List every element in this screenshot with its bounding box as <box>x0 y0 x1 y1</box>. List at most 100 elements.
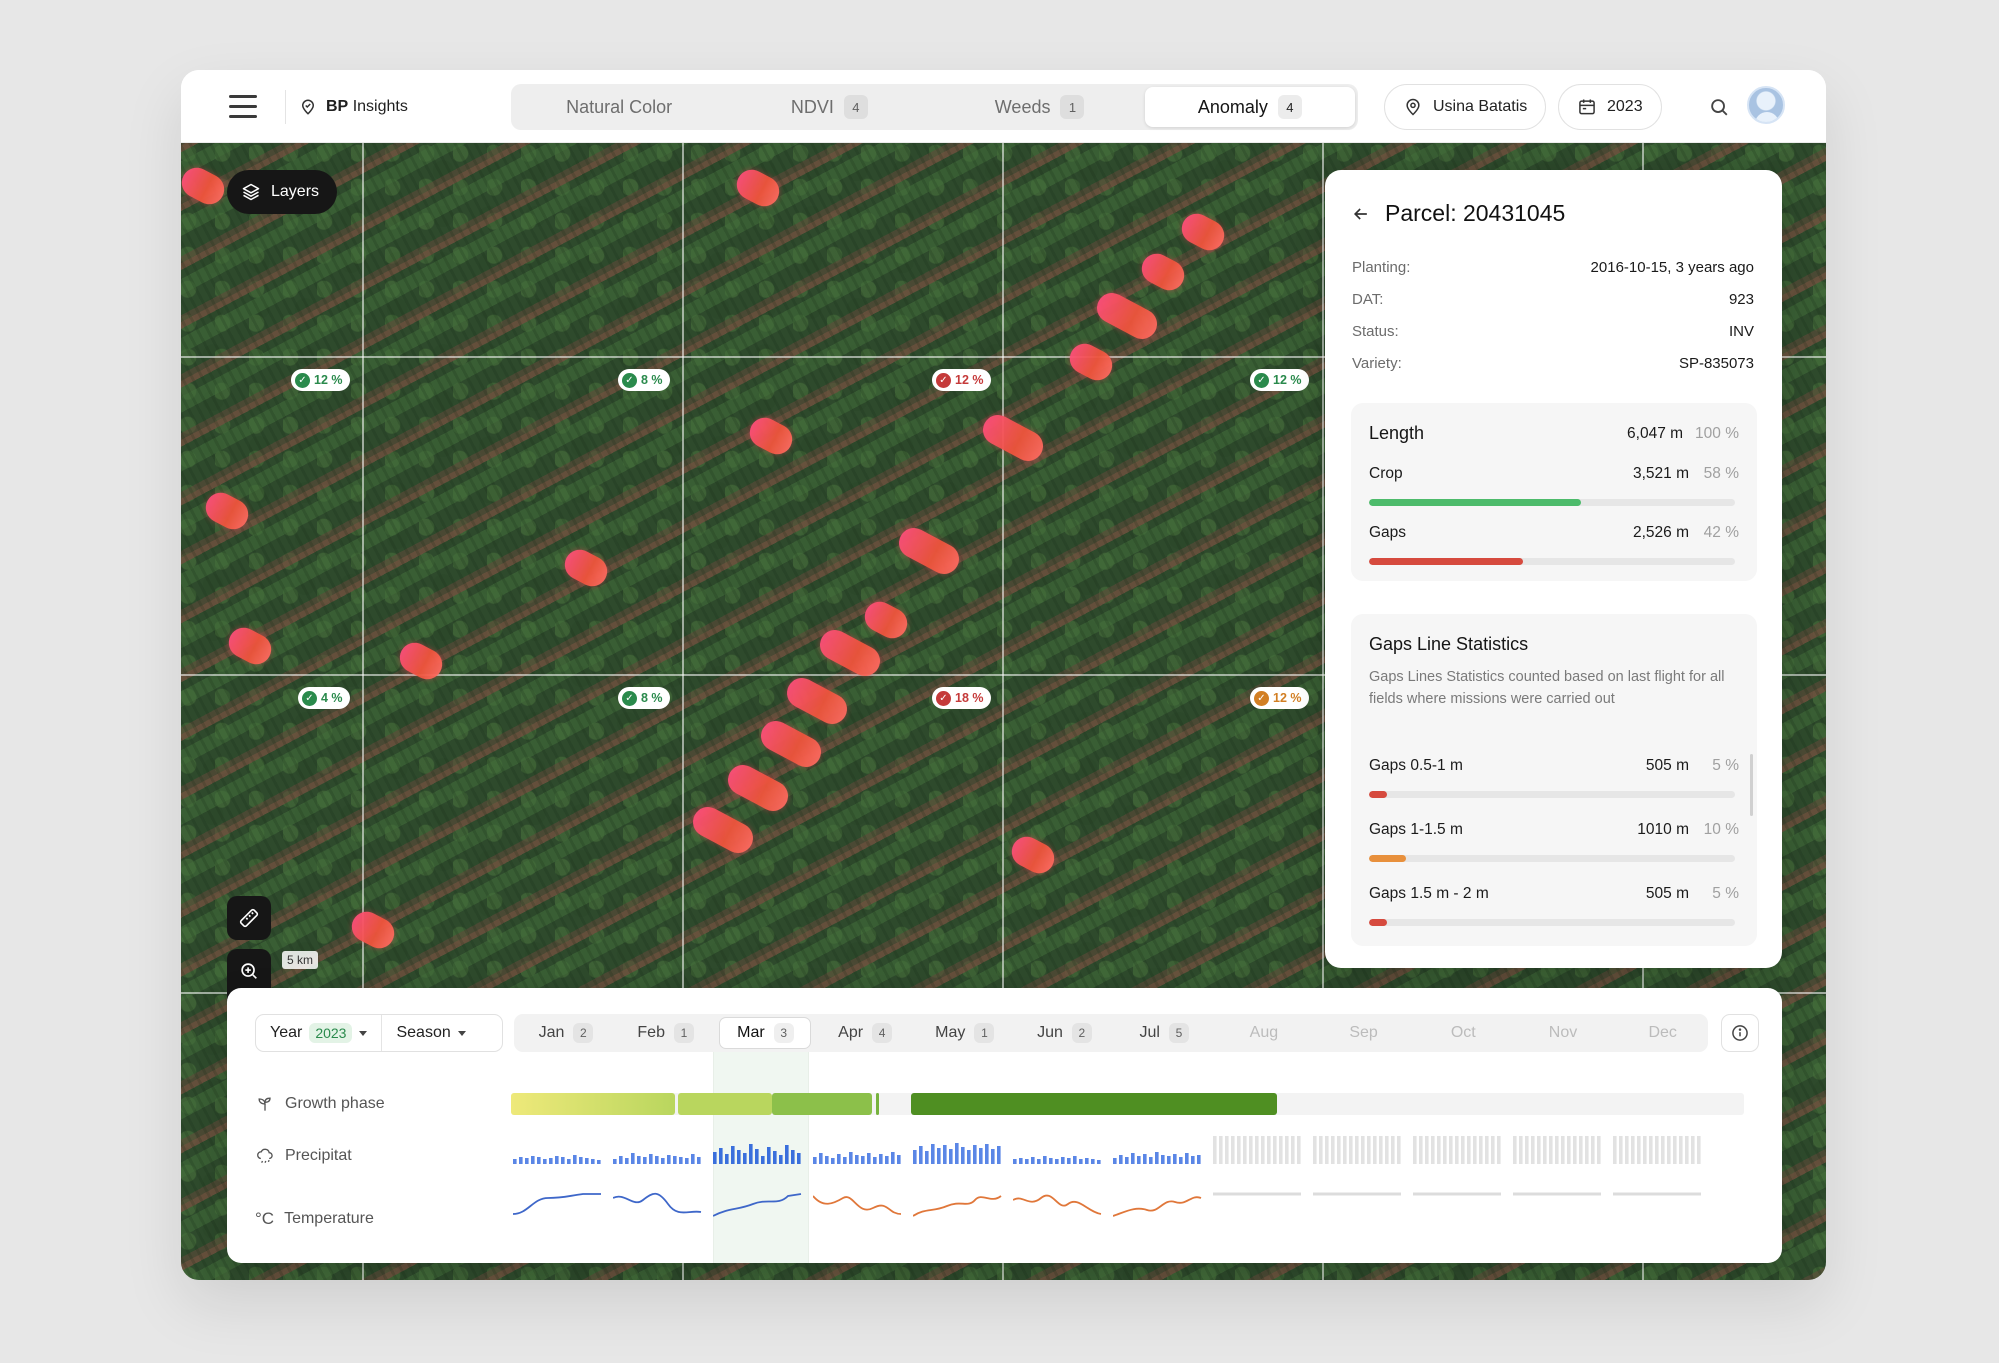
precipitation-bar <box>867 1153 871 1164</box>
coverage-badge[interactable]: ✓ 12 % <box>932 369 991 391</box>
month-apr[interactable]: Apr 4 <box>819 1017 911 1049</box>
anomaly-marker[interactable] <box>346 906 400 954</box>
month-jan[interactable]: Jan 2 <box>520 1017 612 1049</box>
anomaly-marker[interactable] <box>781 672 853 730</box>
gaps-stats-description: Gaps Lines Statistics counted based on l… <box>1369 669 1725 707</box>
coverage-badge[interactable]: ✓ 4 % <box>298 687 350 709</box>
precipitation-bar <box>973 1145 977 1164</box>
month-feb[interactable]: Feb 1 <box>620 1017 712 1049</box>
measure-button[interactable] <box>227 896 271 940</box>
precipitation-bar <box>1143 1154 1147 1164</box>
precipitation-sparkline <box>513 1155 601 1164</box>
season-dropdown[interactable]: Season <box>381 1015 479 1051</box>
month-dec[interactable]: Dec <box>1617 1017 1709 1049</box>
anomaly-marker[interactable] <box>744 412 798 460</box>
anomaly-marker[interactable] <box>223 622 277 670</box>
anomaly-marker[interactable] <box>394 637 448 685</box>
anomaly-marker[interactable] <box>814 624 886 682</box>
year-dropdown[interactable]: Year 2023 <box>256 1015 381 1051</box>
precipitation-bar <box>679 1157 683 1164</box>
precipitation-bar <box>1149 1157 1153 1164</box>
coverage-badge[interactable]: ✓ 12 % <box>1250 687 1309 709</box>
month-mar[interactable]: Mar 3 <box>719 1017 812 1049</box>
month-oct[interactable]: Oct <box>1417 1017 1509 1049</box>
coverage-badge[interactable]: ✓ 12 % <box>1250 369 1309 391</box>
precipitation-bar <box>1543 1136 1547 1164</box>
month-label: Jun <box>1037 1024 1063 1041</box>
month-may[interactable]: May 1 <box>919 1017 1011 1049</box>
zoom-in-button[interactable] <box>227 949 271 993</box>
gaps-value: 2,526 m <box>1632 524 1689 541</box>
precipitation-bar <box>1361 1136 1365 1164</box>
search-icon[interactable] <box>1708 96 1730 118</box>
anomaly-marker[interactable] <box>687 801 759 859</box>
temperature-curve <box>913 1195 1002 1217</box>
year-selector[interactable]: 2023 <box>1558 84 1662 130</box>
precipitation-bar <box>1291 1136 1295 1164</box>
precipitation-bar <box>1419 1136 1423 1164</box>
anomaly-marker[interactable] <box>859 596 913 644</box>
temperature-curve <box>613 1192 702 1214</box>
month-jul[interactable]: Jul 5 <box>1118 1017 1210 1049</box>
anomaly-marker[interactable] <box>731 164 785 212</box>
coverage-badge[interactable]: ✓ 12 % <box>291 369 350 391</box>
tab-anomaly[interactable]: Anomaly 4 <box>1144 87 1355 127</box>
anomaly-marker[interactable] <box>755 715 827 773</box>
month-aug[interactable]: Aug <box>1218 1017 1310 1049</box>
tab-ndvi[interactable]: NDVI 4 <box>724 87 934 127</box>
layers-button[interactable]: Layers <box>227 170 338 214</box>
month-count: 1 <box>974 1023 995 1043</box>
temperature-sparkline <box>813 1195 902 1215</box>
precipitation-bar <box>1055 1159 1059 1164</box>
user-avatar[interactable] <box>1747 86 1785 124</box>
anomaly-marker[interactable] <box>1006 831 1060 879</box>
field-key: Status: <box>1352 323 1399 340</box>
precipitation-bar <box>1185 1153 1189 1164</box>
anomaly-marker[interactable] <box>1136 248 1190 296</box>
anomaly-marker[interactable] <box>181 162 230 210</box>
coverage-badge[interactable]: ✓ 8 % <box>618 687 670 709</box>
precipitation-bar <box>1555 1136 1559 1164</box>
anomaly-marker[interactable] <box>977 409 1049 467</box>
location-selector[interactable]: Usina Batatis <box>1384 84 1547 130</box>
info-button[interactable] <box>1721 1014 1759 1052</box>
anomaly-marker[interactable] <box>722 759 794 817</box>
gaps-pct: 42 % <box>1703 524 1739 541</box>
month-nov[interactable]: Nov <box>1517 1017 1609 1049</box>
tab-weeds[interactable]: Weeds 1 <box>935 87 1145 127</box>
check-icon: ✓ <box>936 372 951 388</box>
menu-icon[interactable] <box>229 92 259 120</box>
precipitation-bar <box>1025 1159 1029 1164</box>
precipitation-bar <box>1231 1136 1235 1164</box>
app-window: BP Insights Natural Color NDVI 4 Weeds 1 A… <box>181 70 1826 1280</box>
anomaly-marker[interactable] <box>893 522 965 580</box>
scrollbar[interactable] <box>1750 754 1753 816</box>
tab-natural-color[interactable]: Natural Color <box>514 87 724 127</box>
logo-icon <box>301 99 315 115</box>
precipitation-bar <box>1119 1155 1123 1164</box>
temperature-sparkline <box>913 1195 1002 1217</box>
coverage-badge[interactable]: ✓ 18 % <box>932 687 991 709</box>
precipitation-bar <box>1613 1136 1617 1164</box>
anomaly-marker[interactable] <box>559 544 613 592</box>
brand[interactable]: BP Insights <box>299 96 408 118</box>
precipitation-bar <box>1067 1158 1071 1164</box>
month-label: Oct <box>1450 1024 1476 1041</box>
precipitation-bar <box>1049 1158 1053 1164</box>
precipitation-bar <box>1525 1136 1529 1164</box>
precipitation-bar <box>1255 1136 1259 1164</box>
back-arrow-icon[interactable] <box>1351 204 1371 224</box>
precipitation-bar <box>1285 1136 1289 1164</box>
month-jun[interactable]: Jun 2 <box>1019 1017 1111 1049</box>
precipitation-sparkline <box>1013 1156 1101 1164</box>
precipitation-bar <box>1379 1136 1383 1164</box>
anomaly-marker[interactable] <box>1091 287 1163 345</box>
precipitation-bar <box>825 1156 829 1164</box>
precipitation-bar <box>685 1158 689 1164</box>
coverage-badge[interactable]: ✓ 8 % <box>618 369 670 391</box>
anomaly-marker[interactable] <box>1176 208 1230 256</box>
precipitation-bar <box>625 1158 629 1164</box>
anomaly-marker[interactable] <box>1064 338 1118 386</box>
month-sep[interactable]: Sep <box>1318 1017 1410 1049</box>
anomaly-marker[interactable] <box>200 487 254 535</box>
